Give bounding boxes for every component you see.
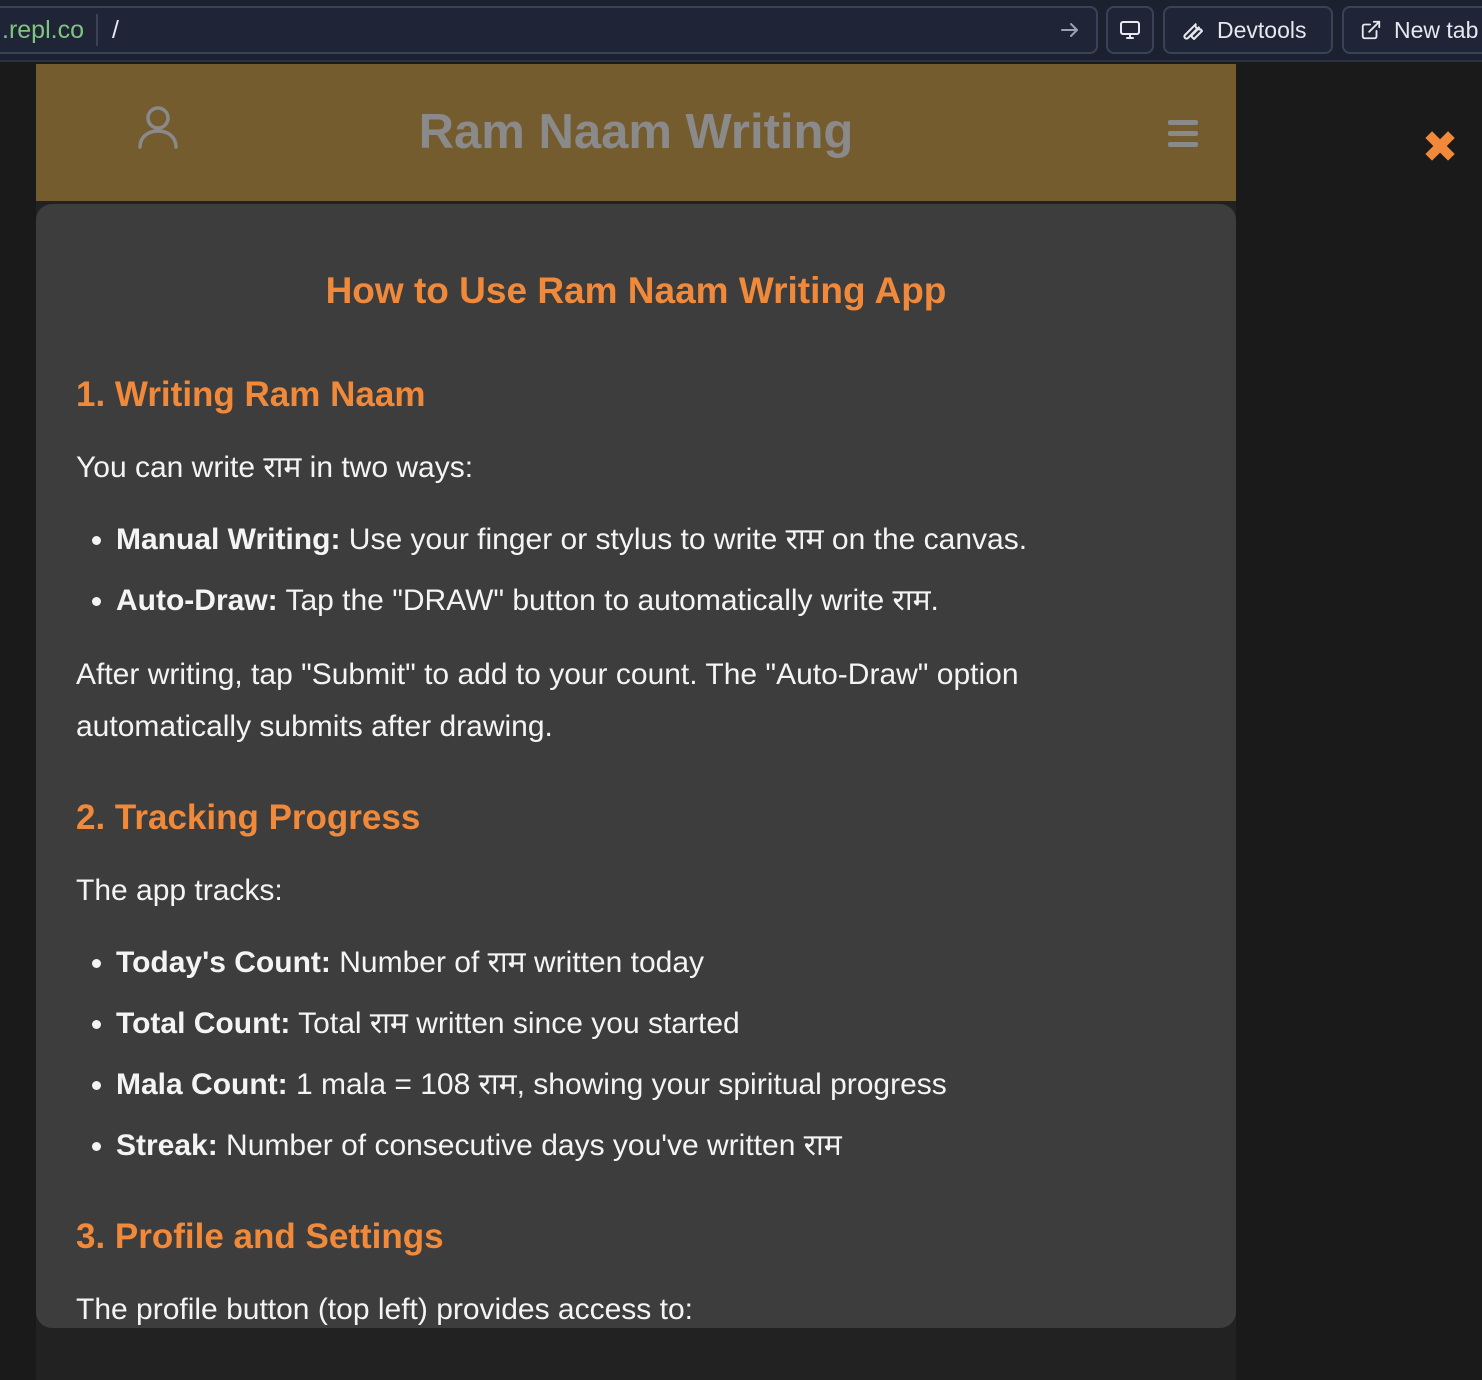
list-item: Mala Count: 1 mala = 108 राम, showing yo… [116,1059,1196,1111]
list-item: Auto-Draw: Tap the "DRAW" button to auto… [116,575,1196,627]
external-link-icon [1361,20,1381,40]
wrench-icon [1183,23,1203,40]
url-bar[interactable]: .repl.co / [0,6,1098,54]
preview-screen-button[interactable] [1106,6,1154,54]
item-label: Manual Writing: [116,523,341,556]
list-item: Today's Count: Number of राम written tod… [116,937,1196,989]
item-label: Streak: [116,1129,218,1162]
url-divider [96,14,98,46]
section-intro: You can write राम in two ways: [76,451,474,484]
section-intro: The profile button (top left) provides a… [76,1293,693,1326]
section-heading: 3. Profile and Settings [76,1217,444,1256]
monitor-icon [1120,21,1140,39]
item-text: Number of राम written today [330,946,705,979]
modal-title: How to Use Ram Naam Writing App [325,270,947,311]
app-header: Ram Naam Writing [36,64,1236,201]
url-path-input[interactable]: / [112,8,119,52]
new-tab-button[interactable]: New tab [1342,6,1482,54]
section-intro: The app tracks: [76,874,283,907]
list-item: Streak: Number of consecutive days you'v… [116,1120,1196,1172]
new-tab-label: New tab [1394,16,1479,43]
arrow-right-icon[interactable] [1058,18,1082,42]
item-label: Today's Count: [116,946,331,979]
section-profile: 3. Profile and Settings The profile butt… [76,1212,1196,1328]
list-item: Manual Writing: Use your finger or stylu… [116,514,1196,566]
devtools-button[interactable]: Devtools [1163,6,1333,54]
item-text: Tap the "DRAW" button to automatically w… [277,584,939,617]
section-tracking: 2. Tracking Progress The app tracks: Tod… [76,793,1196,1172]
app-title: Ram Naam Writing [418,105,854,159]
help-modal: How to Use Ram Naam Writing App 1. Writi… [36,204,1236,1328]
writing-methods-list: Manual Writing: Use your finger or stylu… [76,514,1196,627]
item-label: Total Count: [116,1007,291,1040]
browser-toolbar: .repl.co / Devtools New tab [0,0,1482,62]
section-writing: 1. Writing Ram Naam You can write राम in… [76,370,1196,753]
item-label: Mala Count: [116,1068,288,1101]
item-label: Auto-Draw: [116,584,278,617]
list-item: Total Count: Total राम written since you… [116,998,1196,1050]
section-heading: 1. Writing Ram Naam [76,375,426,414]
close-modal-icon[interactable]: ✖ [1418,126,1462,170]
item-text: Total राम written since you started [290,1007,740,1040]
item-text: Number of consecutive days you've writte… [217,1129,842,1162]
devtools-label: Devtools [1217,16,1307,43]
tracking-list: Today's Count: Number of राम written tod… [76,937,1196,1172]
section-heading: 2. Tracking Progress [76,798,421,837]
section-outro: After writing, tap "Submit" to add to yo… [76,658,1019,743]
item-text: Use your finger or stylus to write राम o… [340,523,1028,556]
item-text: 1 mala = 108 राम, showing your spiritual… [287,1068,947,1101]
url-domain: .repl.co [2,16,84,44]
hamburger-menu-icon[interactable] [1168,120,1202,150]
